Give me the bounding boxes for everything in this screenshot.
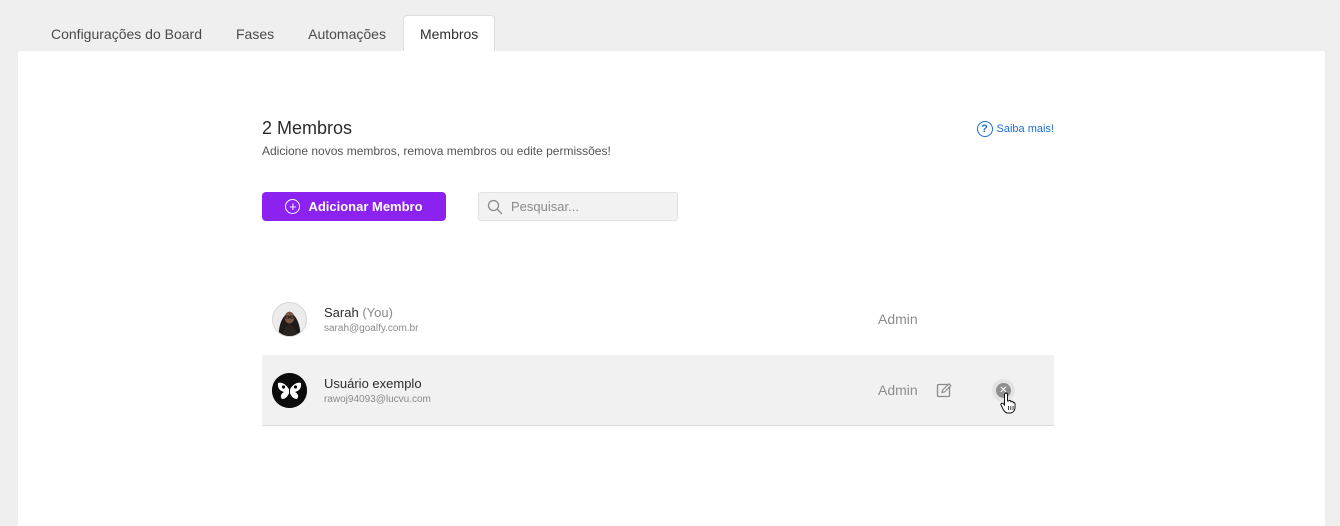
member-info: Sarah (You) sarah@goalfy.com.br [324,305,418,334]
avatar [272,373,307,408]
butterfly-logo-icon [272,373,307,408]
search-input[interactable] [511,199,671,214]
member-info: Usuário exemplo rawoj94093@lucvu.com [324,376,431,405]
person-avatar-icon [273,303,306,336]
member-name-line: Sarah (You) [324,305,418,320]
avatar [272,302,307,337]
member-name: Usuário exemplo [324,376,422,391]
question-circle-icon: ? [976,121,993,137]
search-box [478,192,678,221]
tab-members[interactable]: Membros [402,15,496,51]
tab-phases[interactable]: Fases [219,15,291,51]
page-subtitle: Adicione novos membros, remova membros o… [262,144,611,158]
members-panel: 2 Membros Adicione novos membros, remova… [18,51,1325,526]
remove-member-button[interactable]: ✕ [996,383,1011,398]
tab-bar: Configurações do Board Fases Automações … [18,15,496,51]
add-member-label: Adicionar Membro [308,199,423,214]
member-row: Usuário exemplo rawoj94093@lucvu.com Adm… [262,355,1054,426]
edit-permission-button[interactable] [936,382,952,403]
page-title: 2 Membros [262,118,353,138]
add-member-button[interactable]: + Adicionar Membro [262,192,446,221]
member-role: Admin [878,382,918,398]
tab-automations[interactable]: Automações [291,15,403,51]
help-link-label: Saiba mais! [996,123,1054,135]
help-link[interactable]: ? Saiba mais! [976,121,1054,137]
member-role: Admin [878,311,918,327]
member-name: Sarah [324,305,359,320]
member-row: Sarah (You) sarah@goalfy.com.br Admin [262,284,1054,355]
tab-board-settings[interactable]: Configurações do Board [18,15,219,51]
edit-icon [936,382,952,398]
member-name-line: Usuário exemplo [324,376,431,391]
plus-circle-icon: + [285,199,301,214]
search-icon [487,199,503,214]
member-email: rawoj94093@lucvu.com [324,394,431,405]
member-email: sarah@goalfy.com.br [324,323,419,334]
close-icon: ✕ [999,385,1008,396]
you-tag: (You) [362,305,393,320]
